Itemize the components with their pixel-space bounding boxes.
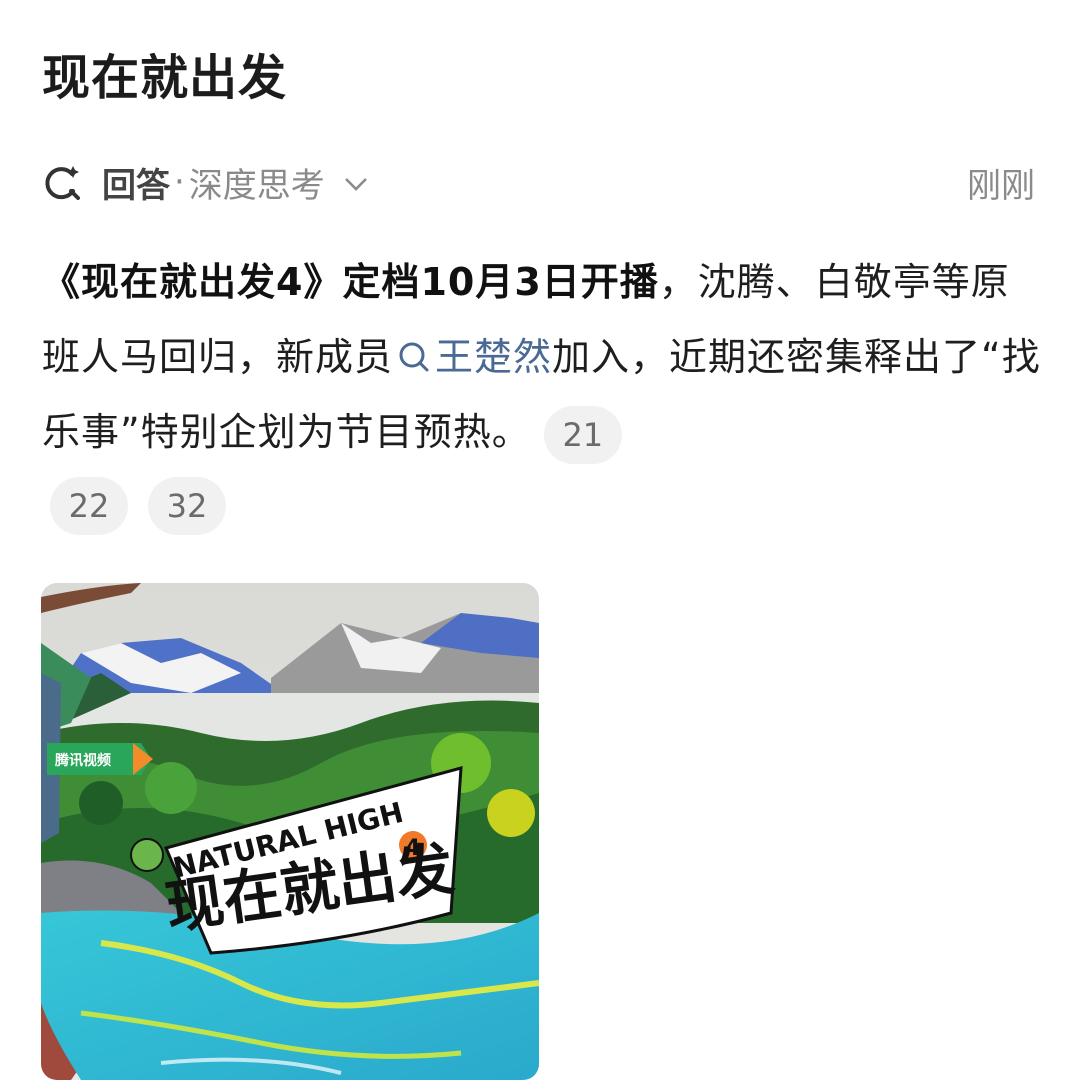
page-title: 现在就出发 bbox=[42, 50, 288, 106]
reference-badge[interactable]: 32 bbox=[148, 477, 226, 535]
bold-headline: 《现在就出发4》定档10月3日开播 bbox=[42, 260, 659, 304]
show-poster-image[interactable]: 腾讯视频 NATURAL HIGH 4 现在就出发 bbox=[41, 583, 539, 1080]
timestamp: 刚刚 bbox=[967, 165, 1035, 206]
answer-label: 回答 bbox=[102, 165, 170, 206]
entity-link-label: 王楚然 bbox=[435, 335, 553, 379]
entity-link[interactable]: 王楚然 bbox=[393, 335, 552, 379]
chevron-down-icon[interactable] bbox=[343, 171, 369, 197]
answer-separator: · bbox=[174, 162, 185, 202]
reference-badge[interactable]: 21 bbox=[543, 405, 622, 464]
ai-answer-icon bbox=[45, 166, 80, 200]
deep-think-mode[interactable]: 深度思考 bbox=[189, 158, 325, 207]
platform-label: 腾讯视频 bbox=[55, 752, 111, 769]
reference-row: 22 32 bbox=[50, 477, 226, 535]
answer-body: 《现在就出发4》定档10月3日开播，沈腾、白敬亭等原班人马回归，新成员 王楚然加入… bbox=[42, 245, 1042, 470]
reference-badge[interactable]: 22 bbox=[50, 477, 128, 535]
search-icon bbox=[399, 342, 429, 372]
tencent-video-logo: 腾讯视频 bbox=[47, 743, 153, 775]
answer-header: 回答 · 深度思考 刚刚 bbox=[42, 158, 1035, 206]
